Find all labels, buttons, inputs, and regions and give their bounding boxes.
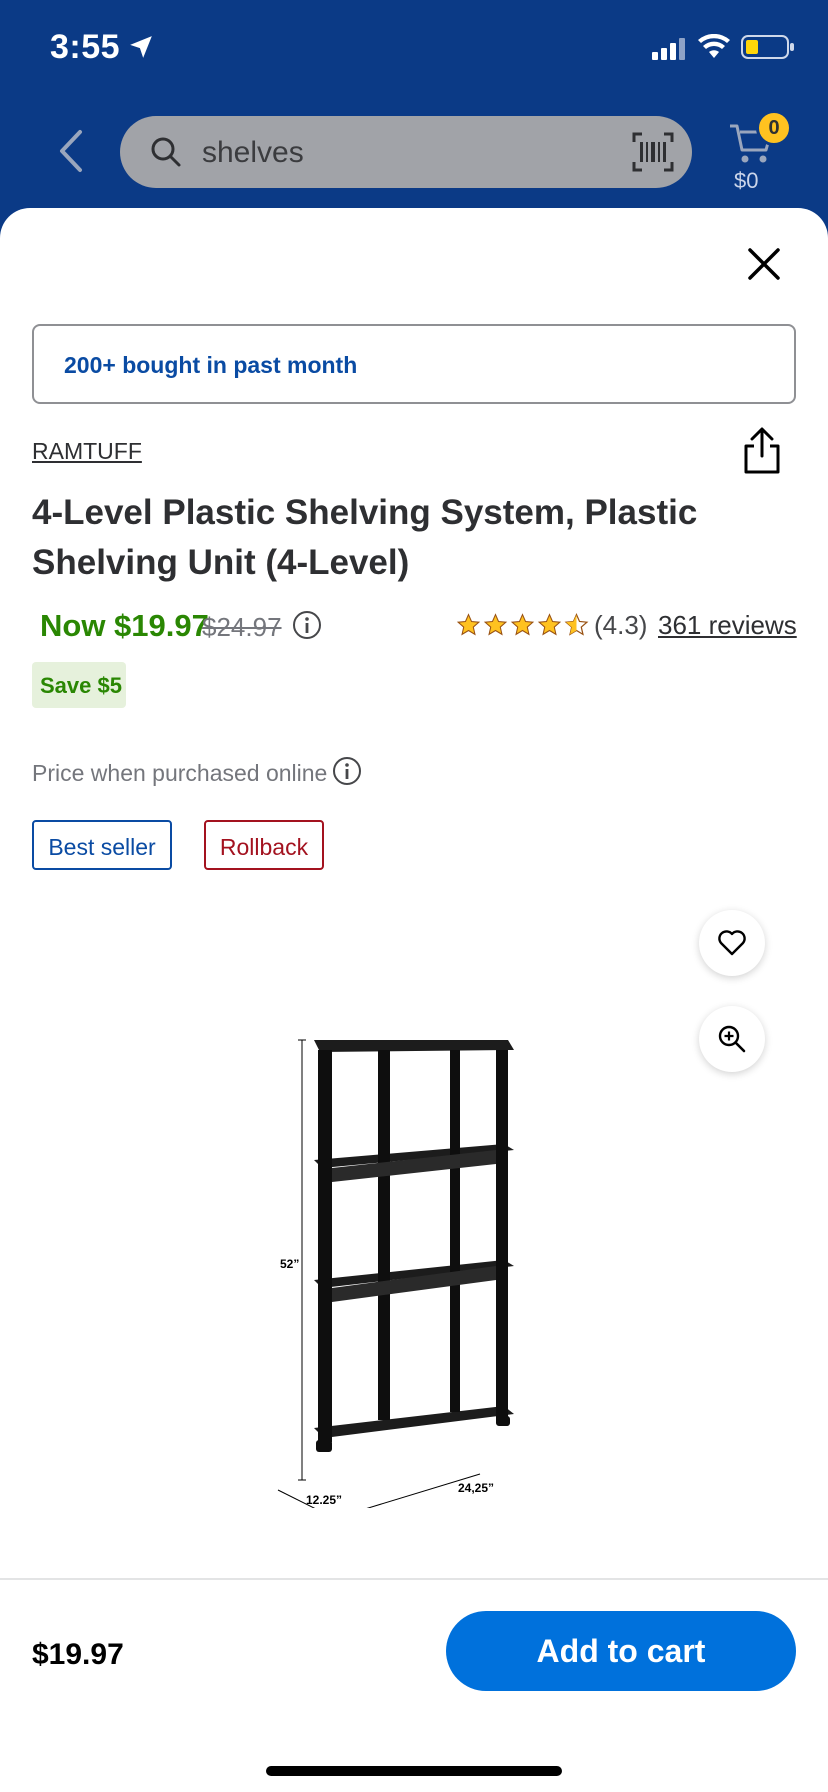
add-to-cart-button[interactable]: Add to cart [446,1611,796,1691]
battery-icon [741,35,794,59]
search-input[interactable]: shelves [202,136,304,170]
star-icon [537,613,562,636]
heart-icon [718,930,746,956]
status-time: 3:55 [50,28,121,66]
app-header: shelves 0 $0 [0,100,828,210]
home-indicator [266,1766,562,1776]
rollback-label: Rollback [219,834,309,860]
zoom-button[interactable] [699,1006,765,1072]
add-to-cart-label: Add to cart [536,1633,706,1669]
half-star-icon [564,613,589,636]
rollback-tag: Rollback [204,820,324,870]
was-price: $24.97 [202,612,282,642]
status-bar: 3:55 [0,0,828,100]
favorite-button[interactable] [699,910,765,976]
zoom-in-icon [718,1025,746,1053]
current-price: Now $19.97 [40,608,209,643]
social-proof-banner: 200+ bought in past month [32,324,796,404]
cellular-signal-icon [652,38,685,60]
brand-link[interactable]: RAMTUFF [32,438,142,465]
product-image: 52” 12.25” 24,25” [277,1039,514,1508]
cart-count-badge: 0 [756,110,792,146]
cart-amount: $0 [734,168,759,193]
cart-button[interactable]: 0 $0 [722,110,812,194]
location-arrow-icon [130,36,152,58]
info-icon[interactable] [332,756,362,786]
bought-text: 200+ bought in past month [64,352,358,378]
share-icon[interactable] [740,426,784,476]
close-icon[interactable] [744,244,784,284]
reviews-link[interactable]: 361 reviews [658,610,797,641]
product-title: 4-Level Plastic Shelving System, Plastic… [32,493,698,582]
save-text: Save $5 [40,673,122,698]
barcode-scan-icon[interactable] [632,132,674,172]
star-icon [510,613,535,636]
rating-value: (4.3) [594,610,648,640]
search-bar[interactable]: shelves [120,116,692,188]
best-seller-tag: Best seller [32,820,172,870]
width-label: 24,25” [458,1481,494,1495]
product-sheet: 200+ bought in past month RAMTUFF 4-Leve… [0,208,828,1792]
height-label: 52” [280,1257,299,1271]
search-icon [151,137,181,167]
back-chevron-icon[interactable] [52,126,88,176]
depth-label: 12.25” [306,1493,342,1507]
rating-stars [456,612,589,638]
price-note: Price when purchased online [32,760,328,786]
footer-price: $19.97 [32,1638,124,1671]
save-badge: Save $5 [32,662,126,708]
best-seller-label: Best seller [48,834,156,860]
star-icon [456,613,481,636]
wifi-icon [698,34,730,58]
star-icon [483,613,508,636]
info-icon[interactable] [292,610,322,640]
divider [0,1578,828,1580]
